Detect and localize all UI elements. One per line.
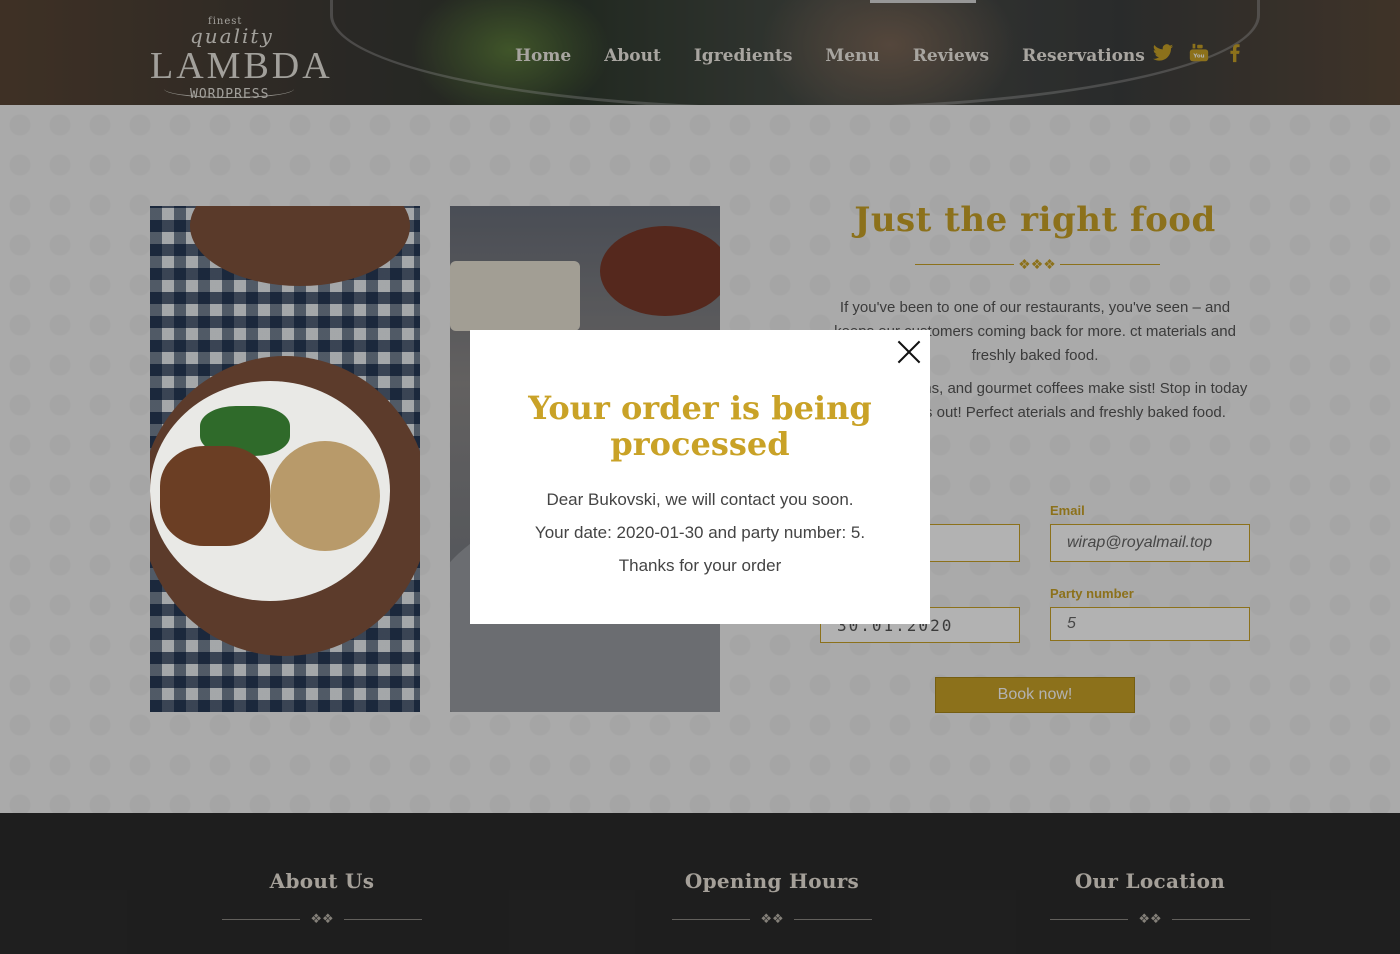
photo-rice [270,441,380,551]
photo-meat [160,446,270,546]
close-icon[interactable] [897,340,921,364]
modal-message-contact: Dear Bukovski, we will contact you soon. [546,490,854,509]
modal-title: Your order is being processed [528,389,872,463]
modal-message-date: Your date: 2020-01-30 and party number: … [534,523,866,542]
modal-message-thanks: Thanks for your order [618,556,782,575]
order-confirmation-modal: Your order is being processed Dear Bukov… [470,330,930,624]
